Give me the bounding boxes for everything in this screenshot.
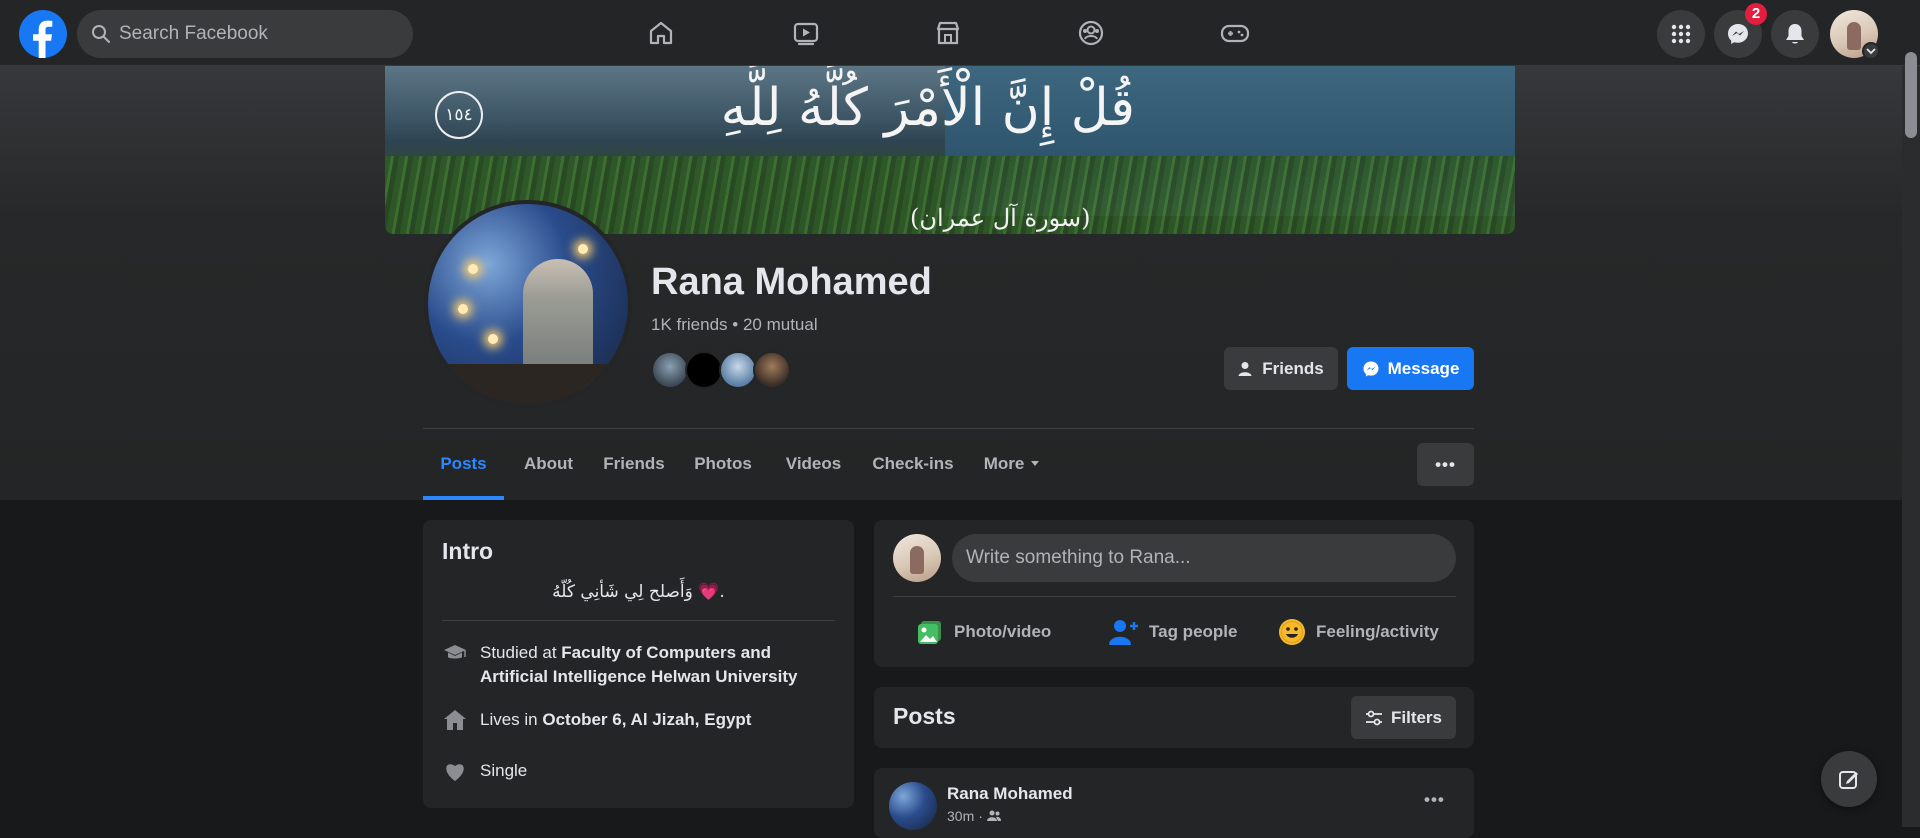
residence-prefix: Lives in [480, 710, 543, 729]
dot-separator: · [978, 808, 983, 824]
residence-location-link[interactable]: October 6, Al Jizah, Egypt [542, 710, 751, 729]
feeling-activity-label: Feeling/activity [1316, 622, 1439, 641]
menu-grid-icon [1671, 24, 1691, 44]
posts-header-card: Posts Filters [874, 687, 1474, 748]
post-composer: Photo/video Tag people Feeling/activity [874, 520, 1474, 667]
tab-more-label: More [983, 454, 1025, 473]
composer-divider [893, 596, 1456, 597]
tag-people-label: Tag people [1149, 622, 1238, 641]
intro-title: Intro [442, 538, 494, 564]
heart-icon [442, 759, 468, 783]
feeling-activity-button[interactable]: Feeling/activity [1278, 608, 1439, 656]
friends-button-label: Friends [1262, 358, 1324, 378]
gaming-icon[interactable] [1215, 13, 1255, 53]
menu-grid-button[interactable] [1657, 10, 1705, 58]
photo-video-label: Photo/video [954, 622, 1052, 641]
scrollbar-track[interactable] [1902, 66, 1920, 827]
education-prefix: Studied at [480, 643, 562, 662]
cover-surah: (سورة آل عمران) [910, 204, 1091, 232]
intro-education: Studied at Faculty of Computers and Arti… [442, 641, 835, 689]
cover-verse: قُلْ إِنَّ الْأَمْرَ كُلَّهُ لِلَّهِ [720, 78, 1135, 138]
graduation-cap-icon [442, 641, 468, 665]
intro-residence: Lives in October 6, Al Jizah, Egypt [442, 708, 835, 732]
profile-name: Rana Mohamed [651, 261, 932, 303]
search-icon [92, 25, 110, 43]
messenger-icon [1363, 361, 1379, 376]
intro-residence-text: Lives in October 6, Al Jizah, Egypt [480, 708, 751, 732]
friend-check-icon [1238, 361, 1252, 376]
filters-label: Filters [1390, 707, 1443, 727]
tab-photos[interactable]: Photos [681, 438, 765, 500]
header-divider [423, 428, 1474, 429]
mutual-friend-avatar[interactable] [719, 351, 757, 389]
post-timestamp: 30m · [947, 808, 1001, 824]
composer-avatar[interactable] [893, 534, 941, 582]
intro-bio: وَأَصلح لِي شَأنِي كُلّهُ 💗. [552, 582, 725, 602]
message-button[interactable]: Message [1347, 347, 1474, 390]
composer-input[interactable] [952, 534, 1456, 582]
facebook-logo[interactable] [19, 10, 67, 58]
photo-video-icon [918, 621, 941, 644]
profile-picture[interactable] [424, 200, 632, 408]
messenger-badge: 2 [1745, 3, 1767, 25]
filters-button[interactable]: Filters [1351, 696, 1456, 739]
account-chevron-icon[interactable] [1862, 42, 1880, 60]
mutual-friend-avatar[interactable] [651, 351, 689, 389]
tag-people-icon [1109, 620, 1138, 645]
friend-count[interactable]: 1K friends • 20 mutual [651, 315, 818, 335]
cover-ayah-number: ١٥٤ [435, 91, 483, 139]
post-author-avatar[interactable] [889, 782, 937, 830]
notifications-button[interactable] [1771, 10, 1819, 58]
mutual-friend-avatar[interactable] [753, 351, 791, 389]
intro-card: Intro وَأَصلح لِي شَأنِي كُلّهُ 💗. Studi… [423, 520, 854, 808]
tag-people-button[interactable]: Tag people [1109, 608, 1237, 656]
mutual-friend-avatar[interactable] [685, 351, 723, 389]
friends-button[interactable]: Friends [1224, 347, 1338, 390]
tab-videos[interactable]: Videos [772, 438, 855, 500]
new-message-button[interactable] [1821, 751, 1877, 807]
watch-icon[interactable] [786, 13, 826, 53]
home-icon [442, 708, 468, 732]
tab-more[interactable]: More [971, 438, 1053, 500]
feeling-smiley-icon [1279, 619, 1305, 645]
posts-title: Posts [893, 703, 956, 729]
photo-video-button[interactable]: Photo/video [916, 608, 1051, 656]
post-card: Rana Mohamed 30m · ••• [874, 768, 1474, 838]
message-button-label: Message [1387, 358, 1460, 378]
search-box[interactable] [77, 10, 413, 58]
profile-more-options-button[interactable]: ••• [1417, 443, 1474, 486]
tab-about[interactable]: About [511, 438, 586, 500]
filters-icon [1365, 710, 1382, 725]
intro-divider [442, 620, 835, 621]
friends-audience-icon[interactable] [986, 810, 1001, 822]
groups-icon[interactable] [1071, 13, 1111, 53]
messenger-icon [1728, 24, 1748, 44]
post-author-name[interactable]: Rana Mohamed [947, 784, 1073, 804]
tab-check-ins[interactable]: Check-ins [862, 438, 964, 500]
compose-icon [1839, 771, 1858, 789]
intro-relationship: Single [442, 759, 835, 783]
intro-education-text: Studied at Faculty of Computers and Arti… [480, 641, 835, 689]
facebook-f-icon [33, 20, 53, 58]
home-icon[interactable] [641, 13, 681, 53]
caret-down-icon [1031, 461, 1040, 466]
tab-friends[interactable]: Friends [593, 438, 675, 500]
marketplace-icon[interactable] [928, 13, 968, 53]
post-time-text[interactable]: 30m [947, 808, 974, 824]
tab-posts[interactable]: Posts [423, 438, 504, 500]
notifications-icon [1786, 24, 1804, 44]
scrollbar-thumb[interactable] [1905, 52, 1917, 138]
search-input[interactable] [119, 10, 399, 58]
intro-relationship-text: Single [480, 761, 528, 780]
post-options-button[interactable]: ••• [1424, 790, 1445, 810]
top-navigation-bar: 2 [0, 0, 1920, 66]
